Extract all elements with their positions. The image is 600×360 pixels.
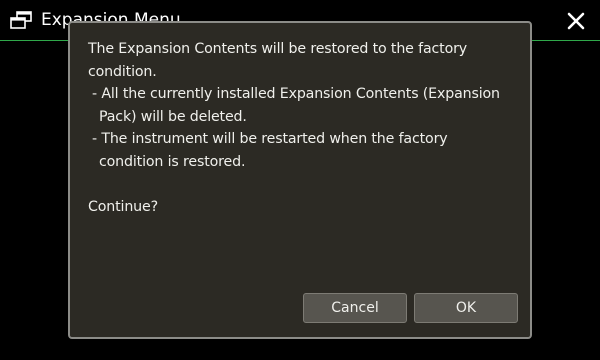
message-line: Pack) will be deleted. [99,108,247,125]
message-line: condition. [88,63,157,80]
dialog-message: The Expansion Contents will be restored … [88,38,518,218]
message-line: - All the currently installed Expansion … [92,86,500,102]
cancel-button[interactable]: Cancel [303,293,407,323]
ok-button[interactable]: OK [414,293,518,323]
expansion-pack-icon [10,11,32,29]
message-line: condition is restored. [99,153,246,170]
message-spacer [88,173,518,196]
continue-prompt: Continue? [88,198,158,215]
close-icon[interactable] [562,7,590,35]
message-line: The Expansion Contents will be restored … [88,41,468,57]
confirmation-dialog: The Expansion Contents will be restored … [68,21,532,339]
screen: Expansion Menu The Expansion Contents wi… [0,0,600,360]
message-line: - The instrument will be restarted when … [92,131,448,147]
